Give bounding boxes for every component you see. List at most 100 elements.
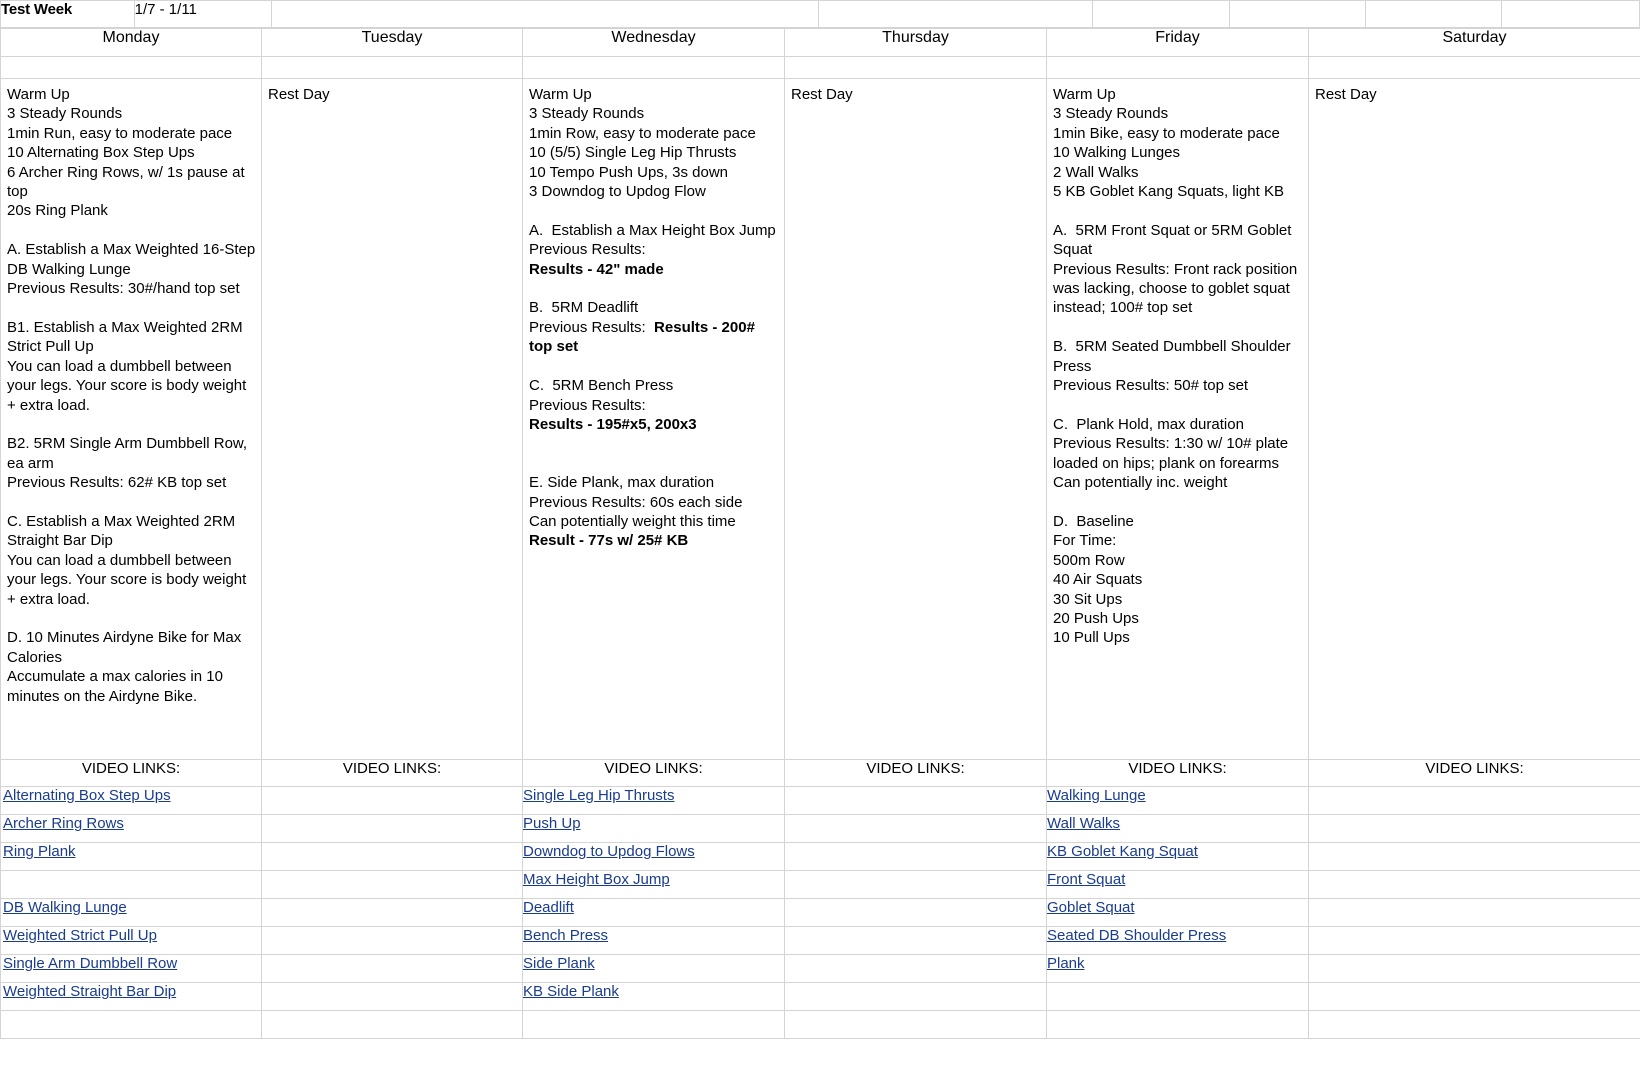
- video-link-cell-thursday[interactable]: [784, 954, 1047, 983]
- day-header-friday[interactable]: Friday: [1046, 28, 1309, 57]
- video-link-cell-monday[interactable]: [0, 870, 262, 899]
- workout-cell-friday[interactable]: Warm Up 3 Steady Rounds 1min Bike, easy …: [1046, 78, 1309, 760]
- video-link[interactable]: Goblet Squat: [1047, 899, 1135, 916]
- meta-empty-cell-5[interactable]: [1365, 0, 1503, 28]
- workout-cell-saturday[interactable]: Rest Day: [1308, 78, 1640, 760]
- meta-empty-cell-1[interactable]: [271, 0, 820, 28]
- video-link[interactable]: Deadlift: [523, 899, 574, 916]
- meta-empty-cell-2[interactable]: [818, 0, 1093, 28]
- video-link-cell-thursday[interactable]: [784, 926, 1047, 955]
- video-link[interactable]: KB Goblet Kang Squat: [1047, 843, 1198, 860]
- meta-empty-cell-3[interactable]: [1091, 0, 1230, 28]
- video-link-cell-saturday[interactable]: [1308, 1010, 1640, 1039]
- test-week-label: Test Week: [0, 0, 135, 28]
- video-link-cell-saturday[interactable]: [1308, 814, 1640, 843]
- video-link-cell-thursday[interactable]: [784, 814, 1047, 843]
- video-link-cell-monday[interactable]: Ring Plank: [0, 842, 262, 871]
- video-link-cell-wednesday[interactable]: Side Plank: [522, 954, 785, 983]
- video-link-cell-monday[interactable]: [0, 1010, 262, 1039]
- video-link-cell-friday[interactable]: Goblet Squat: [1046, 898, 1309, 927]
- video-link-cell-monday[interactable]: Weighted Strict Pull Up: [0, 926, 262, 955]
- workout-cell-monday[interactable]: Warm Up 3 Steady Rounds 1min Run, easy t…: [0, 78, 262, 760]
- video-link-cell-wednesday[interactable]: Push Up: [522, 814, 785, 843]
- video-link-cell-saturday[interactable]: [1308, 870, 1640, 899]
- video-link[interactable]: Wall Walks: [1047, 815, 1120, 832]
- video-link-cell-wednesday[interactable]: KB Side Plank: [522, 982, 785, 1011]
- video-link-cell-friday[interactable]: [1046, 1010, 1309, 1039]
- video-link-cell-thursday[interactable]: [784, 982, 1047, 1011]
- video-link-cell-saturday[interactable]: [1308, 982, 1640, 1011]
- date-range-cell[interactable]: 1/7 - 1/11: [133, 0, 273, 28]
- workout-cell-thursday[interactable]: Rest Day: [784, 78, 1047, 760]
- workout-body-row: Warm Up 3 Steady Rounds 1min Run, easy t…: [0, 78, 1640, 760]
- meta-empty-cell-6[interactable]: [1501, 0, 1640, 28]
- video-link[interactable]: Alternating Box Step Ups: [3, 787, 171, 804]
- video-link-cell-saturday[interactable]: [1308, 926, 1640, 955]
- video-link-cell-tuesday[interactable]: [261, 814, 523, 843]
- video-link[interactable]: Seated DB Shoulder Press: [1047, 927, 1226, 944]
- day-header-tuesday[interactable]: Tuesday: [261, 28, 523, 57]
- video-link-cell-friday[interactable]: Walking Lunge: [1046, 786, 1309, 815]
- video-link[interactable]: Bench Press: [523, 927, 608, 944]
- video-link[interactable]: Single Arm Dumbbell Row: [3, 955, 177, 972]
- video-link[interactable]: KB Side Plank: [523, 983, 619, 1000]
- video-link-cell-thursday[interactable]: [784, 870, 1047, 899]
- workout-cell-tuesday[interactable]: Rest Day: [261, 78, 523, 760]
- video-link-cell-tuesday[interactable]: [261, 786, 523, 815]
- spacer-cell-saturday: [1308, 56, 1640, 79]
- video-link[interactable]: Front Squat: [1047, 871, 1125, 888]
- day-header-thursday[interactable]: Thursday: [784, 28, 1047, 57]
- video-link-cell-friday[interactable]: Wall Walks: [1046, 814, 1309, 843]
- video-link[interactable]: Single Leg Hip Thrusts: [523, 787, 674, 804]
- video-link-cell-thursday[interactable]: [784, 1010, 1047, 1039]
- video-link[interactable]: Downdog to Updog Flows: [523, 843, 695, 860]
- video-link[interactable]: Weighted Straight Bar Dip: [3, 983, 176, 1000]
- video-link-cell-monday[interactable]: Single Arm Dumbbell Row: [0, 954, 262, 983]
- video-link-cell-tuesday[interactable]: [261, 926, 523, 955]
- video-link-cell-monday[interactable]: Weighted Straight Bar Dip: [0, 982, 262, 1011]
- video-link-cell-wednesday[interactable]: Downdog to Updog Flows: [522, 842, 785, 871]
- video-link[interactable]: Max Height Box Jump: [523, 871, 670, 888]
- video-link-cell-monday[interactable]: Archer Ring Rows: [0, 814, 262, 843]
- video-link[interactable]: Walking Lunge: [1047, 787, 1146, 804]
- video-link-cell-friday[interactable]: [1046, 982, 1309, 1011]
- workout-text-saturday: Rest Day: [1315, 86, 1377, 103]
- day-header-saturday[interactable]: Saturday: [1308, 28, 1640, 57]
- day-header-wednesday[interactable]: Wednesday: [522, 28, 785, 57]
- day-header-monday[interactable]: Monday: [0, 28, 262, 57]
- video-link[interactable]: DB Walking Lunge: [3, 899, 127, 916]
- video-link-cell-friday[interactable]: Plank: [1046, 954, 1309, 983]
- workout-text-friday: Warm Up 3 Steady Rounds 1min Bike, easy …: [1053, 86, 1298, 647]
- video-link[interactable]: Weighted Strict Pull Up: [3, 927, 157, 944]
- video-link-cell-thursday[interactable]: [784, 786, 1047, 815]
- video-link-cell-monday[interactable]: Alternating Box Step Ups: [0, 786, 262, 815]
- video-link-cell-friday[interactable]: KB Goblet Kang Squat: [1046, 842, 1309, 871]
- video-link-cell-saturday[interactable]: [1308, 954, 1640, 983]
- video-link-cell-wednesday[interactable]: Max Height Box Jump: [522, 870, 785, 899]
- video-link-cell-saturday[interactable]: [1308, 898, 1640, 927]
- video-link-cell-tuesday[interactable]: [261, 870, 523, 899]
- video-link-cell-tuesday[interactable]: [261, 982, 523, 1011]
- video-link[interactable]: Side Plank: [523, 955, 595, 972]
- video-link-cell-thursday[interactable]: [784, 842, 1047, 871]
- video-link-cell-friday[interactable]: Front Squat: [1046, 870, 1309, 899]
- video-link-cell-friday[interactable]: Seated DB Shoulder Press: [1046, 926, 1309, 955]
- video-link[interactable]: Plank: [1047, 955, 1085, 972]
- video-link-cell-wednesday[interactable]: [522, 1010, 785, 1039]
- meta-empty-cell-4[interactable]: [1228, 0, 1367, 28]
- workout-cell-wednesday[interactable]: Warm Up 3 Steady Rounds 1min Row, easy t…: [522, 78, 785, 760]
- video-link-cell-monday[interactable]: DB Walking Lunge: [0, 898, 262, 927]
- video-link[interactable]: Push Up: [523, 815, 581, 832]
- video-link-cell-wednesday[interactable]: Deadlift: [522, 898, 785, 927]
- video-link-cell-wednesday[interactable]: Single Leg Hip Thrusts: [522, 786, 785, 815]
- video-link-cell-tuesday[interactable]: [261, 954, 523, 983]
- video-link-cell-saturday[interactable]: [1308, 842, 1640, 871]
- video-link[interactable]: Ring Plank: [3, 843, 76, 860]
- video-link-cell-tuesday[interactable]: [261, 1010, 523, 1039]
- video-link-cell-tuesday[interactable]: [261, 898, 523, 927]
- video-link[interactable]: Archer Ring Rows: [3, 815, 124, 832]
- video-link-cell-saturday[interactable]: [1308, 786, 1640, 815]
- video-link-cell-thursday[interactable]: [784, 898, 1047, 927]
- video-link-cell-wednesday[interactable]: Bench Press: [522, 926, 785, 955]
- video-link-cell-tuesday[interactable]: [261, 842, 523, 871]
